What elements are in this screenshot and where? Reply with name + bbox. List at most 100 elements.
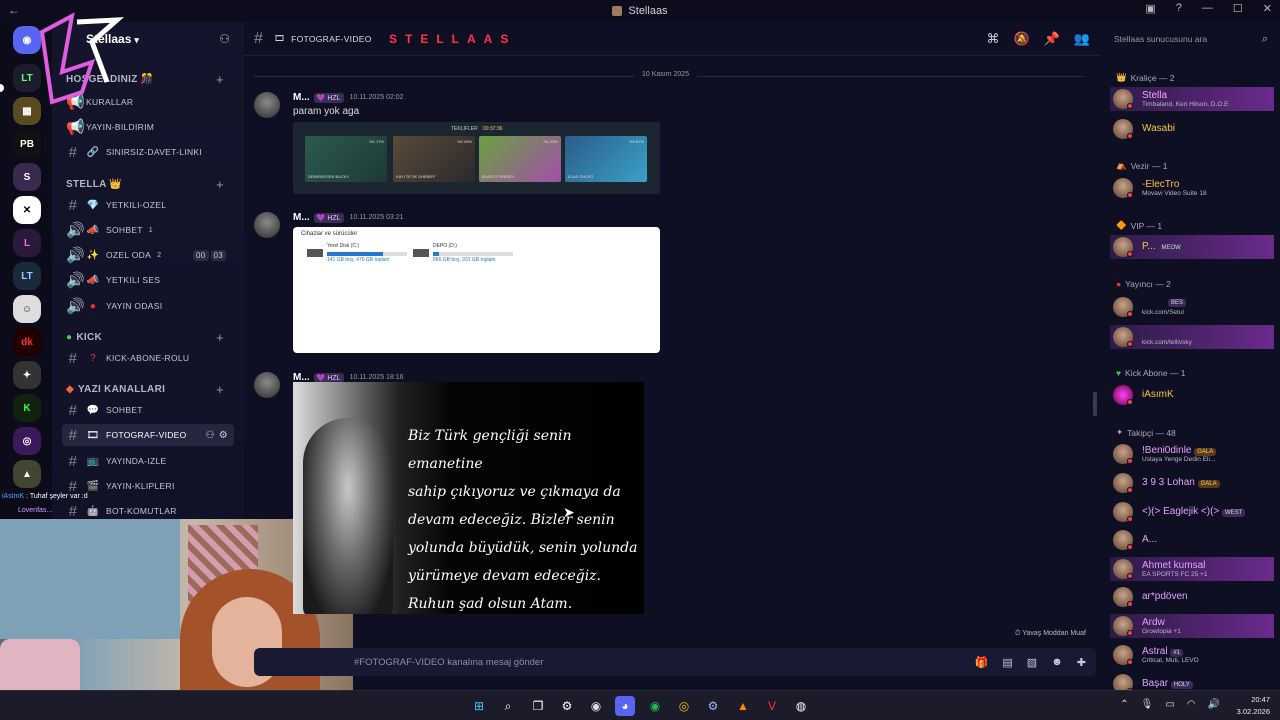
wifi-icon[interactable]: ◠ <box>1187 699 1196 710</box>
app-v-icon[interactable]: V <box>762 696 782 716</box>
question-icon: ? <box>90 352 96 364</box>
member-row[interactable]: <)(> Eaglejik <)(> WEST <box>1110 500 1274 524</box>
member-row[interactable]: 3 9 3 Lohan GALA <box>1110 471 1274 495</box>
maximize-icon[interactable]: ☐ <box>1233 2 1243 15</box>
member-list-icon[interactable]: 👥 <box>1074 31 1090 47</box>
member-row[interactable]: Stella Timbaland, Keri Hilson, D.O.E <box>1110 87 1274 111</box>
member-row[interactable]: Başar HOLY <box>1110 672 1274 690</box>
sticker-icon[interactable]: ▧ <box>1027 656 1037 669</box>
member-row[interactable]: !Beni0dinle GALA Ustaya Yenge Dedin Eli..… <box>1110 442 1274 466</box>
member-name: Astral #1 <box>1142 646 1184 657</box>
emoji-icon[interactable]: ☻ <box>1051 656 1063 669</box>
add-channel-icon[interactable]: + <box>216 177 224 192</box>
back-arrow-icon[interactable]: ← <box>8 3 20 17</box>
obs-icon[interactable]: ◍ <box>791 696 811 716</box>
avatar[interactable] <box>254 372 280 398</box>
volume-icon[interactable]: 🔊 <box>1208 699 1220 710</box>
invite-icon[interactable]: ⚇ <box>205 430 214 441</box>
settings-gear-icon[interactable]: ⚙ <box>557 696 577 716</box>
add-channel-icon[interactable]: + <box>216 330 224 345</box>
voice-channel-sohbet[interactable]: 🔊 📣 SOHBET 1 <box>62 219 234 241</box>
channel-sinirsiz-davet[interactable]: # 🔗 SINIRSIZ-DAVET-LINKI <box>62 141 234 163</box>
member-row[interactable]: A... <box>1110 528 1274 552</box>
member-row[interactable]: ar*pdöven <box>1110 585 1274 609</box>
message-author[interactable]: M... <box>293 92 310 103</box>
member-name: Ahmet kumsal <box>1142 560 1206 571</box>
server-icon-9[interactable]: dk <box>13 328 41 356</box>
member-name: -ElecTro <box>1142 179 1180 190</box>
channel-sohbet[interactable]: # 💬 SOHBET <box>62 399 234 421</box>
server-icon-13[interactable]: ▲ <box>13 460 41 488</box>
category-yazi-kanallari[interactable]: ◆ YAZI KANALLARI + <box>66 382 224 397</box>
channel-kick-abone-rolu[interactable]: #? KICK-ABONE-ROLU <box>62 347 234 369</box>
close-icon[interactable]: ✕ <box>1263 2 1272 15</box>
app-a-icon[interactable]: ▲ <box>733 696 753 716</box>
category-kick[interactable]: ● KICK + <box>66 330 224 345</box>
server-icon-7[interactable]: LT <box>13 262 41 290</box>
voice-channel-yayin-odasi[interactable]: 🔊 ● YAYIN ODASI <box>62 295 234 317</box>
member-row[interactable]: Ahmet kumsal EA SPORTS FC 25 +1 <box>1110 557 1274 581</box>
avatar[interactable] <box>254 212 280 238</box>
network-icon[interactable]: ▭ <box>1165 699 1174 710</box>
app-icon[interactable]: ◉ <box>586 696 606 716</box>
task-view-icon[interactable]: ❐ <box>528 696 548 716</box>
voice-channel-ozel-oda[interactable]: 🔊 ✨ OZEL ODA 2 00 03 <box>62 244 234 266</box>
discord-taskbar-icon[interactable]: ◕ <box>615 696 635 716</box>
category-stella[interactable]: STELLA 👑 + <box>66 177 224 192</box>
minimize-icon[interactable]: — <box>1202 2 1213 15</box>
member-row[interactable]: kick.com/tellivsky <box>1110 325 1274 349</box>
member-row[interactable]: Ardw Growtopia +1 <box>1110 614 1274 638</box>
server-search-input[interactable]: Stellaas sunucusunu ara ⌕ <box>1108 28 1272 50</box>
start-menu-icon[interactable]: ⊞ <box>469 696 489 716</box>
status-dot <box>1127 601 1133 607</box>
chevron-up-icon[interactable]: ⌃ <box>1120 699 1128 710</box>
scrollbar[interactable] <box>1093 392 1097 416</box>
avatar[interactable] <box>254 92 280 118</box>
member-row[interactable]: Wasabi <box>1110 117 1274 141</box>
server-icon-12[interactable]: ◎ <box>13 427 41 455</box>
pin-icon[interactable]: 📌 <box>1044 31 1060 47</box>
voice-channel-yetkili-ses[interactable]: 🔊 📣 YETKILI SES <box>62 269 234 291</box>
microphone-icon[interactable]: 🎙 <box>1141 699 1154 710</box>
server-icon-pb[interactable]: PB <box>13 130 41 158</box>
server-icon-5[interactable]: ✕ <box>13 196 41 224</box>
server-icon-4[interactable]: S <box>13 163 41 191</box>
mute-bell-icon[interactable]: 🔕 <box>1013 31 1029 47</box>
add-channel-icon[interactable]: + <box>216 382 224 397</box>
member-row[interactable]: P... MEOW <box>1110 235 1274 259</box>
gear-icon[interactable]: ⚙ <box>219 430 228 441</box>
member-row[interactable]: iAsımK <box>1110 383 1274 407</box>
apps-icon[interactable]: ✚ <box>1077 656 1086 669</box>
gif-icon[interactable]: ▤ <box>1002 656 1012 669</box>
invite-icon[interactable]: ⚇ <box>219 32 230 46</box>
channel-yetkili-ozel[interactable]: # 💎 YETKILI-OZEL <box>62 194 234 216</box>
server-icon-kick[interactable]: K <box>13 394 41 422</box>
threads-icon[interactable]: ⌘ <box>986 31 999 47</box>
server-icon-8[interactable]: ☺ <box>13 295 41 323</box>
add-channel-icon[interactable]: + <box>216 72 224 87</box>
member-row[interactable]: BES kick.com/Setul <box>1110 295 1274 319</box>
message-composer[interactable]: #FOTOGRAF-VIDEO kanalına mesaj gönder 🎁 … <box>254 648 1096 676</box>
message-author[interactable]: M... <box>293 212 310 223</box>
channel-yayinda-izle[interactable]: # 📺 YAYINDA-IZLE <box>62 450 234 472</box>
channel-fotograf-video[interactable]: # 🎞 FOTOGRAF-VIDEO ⚇ ⚙ <box>62 424 234 446</box>
member-activity: Critical, Muti, LEVO <box>1142 657 1199 664</box>
attachment-image-ataturk[interactable]: Biz Türk gençliği senin emanetine sahip … <box>293 382 644 614</box>
gift-icon[interactable]: 🎁 <box>975 656 989 669</box>
attachment-image-skins[interactable]: TEKLIFLER 00:37:36 DEMIRKESEN BUCKY %1.17… <box>293 122 660 194</box>
help-icon[interactable]: ? <box>1176 2 1182 15</box>
image-text: 00:37:36 <box>483 126 503 132</box>
spotify-icon[interactable]: ◉ <box>645 696 665 716</box>
server-icon-10[interactable]: ✦ <box>13 361 41 389</box>
member-row[interactable]: -ElecTro Movavi Video Suite 18 <box>1110 176 1274 200</box>
clock[interactable]: 20:47 3.02.2026 <box>1237 694 1270 718</box>
search-icon[interactable]: ⌕ <box>498 696 518 716</box>
message-timestamp: 10.11.2025 02:02 <box>349 94 404 101</box>
server-icon-6[interactable]: L <box>13 229 41 257</box>
inbox-icon[interactable]: ▣ <box>1145 2 1155 15</box>
steam-icon[interactable]: ⚙ <box>703 696 723 716</box>
attachment-image-drives[interactable]: Cihazlar ve sürücüler Yerel Disk (C:) 141… <box>293 227 660 353</box>
channel-yayin-bildirim[interactable]: 📢 YAYIN-BILDIRIM <box>62 116 234 138</box>
chrome-icon[interactable]: ◎ <box>674 696 694 716</box>
member-row[interactable]: Astral #1 Critical, Muti, LEVO <box>1110 643 1274 667</box>
